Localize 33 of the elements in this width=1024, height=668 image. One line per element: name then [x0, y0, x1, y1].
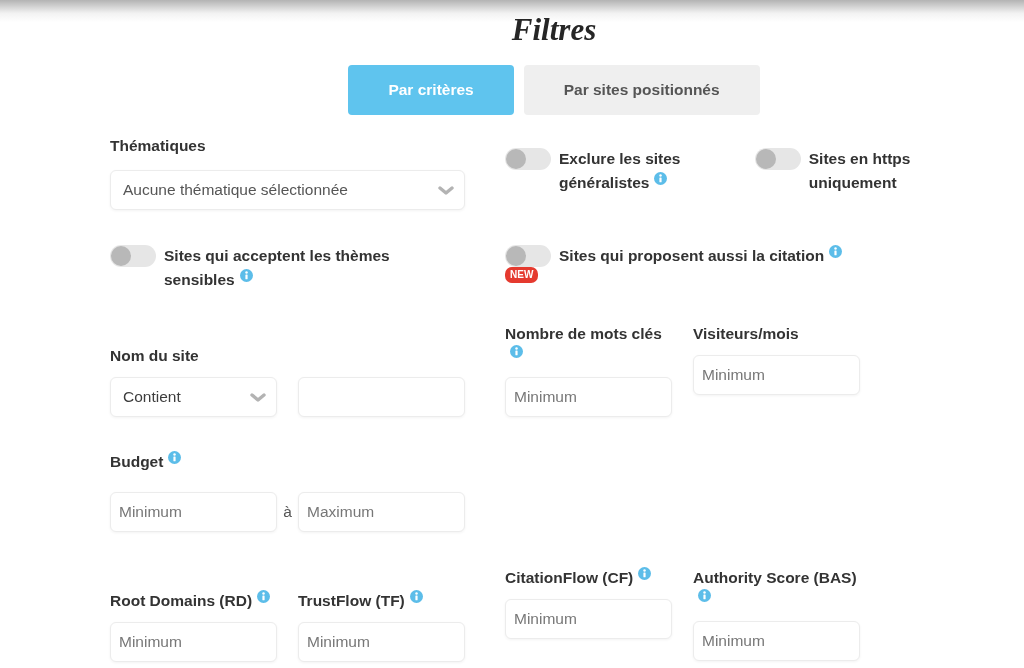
field-label: Budget: [110, 453, 164, 470]
toggle-switch[interactable]: [754, 148, 801, 170]
input-field[interactable]: Minimum: [505, 377, 672, 417]
toggle-label: Sites en https uniquement: [808, 150, 911, 191]
input-field[interactable]: Minimum: [693, 621, 860, 661]
input-field[interactable]: Minimum: [693, 355, 860, 395]
page-title: Filtres: [511, 12, 597, 48]
input-field[interactable]: Maximum: [298, 492, 465, 532]
chevron-down-icon: [250, 392, 266, 402]
new-badge: NEW: [505, 267, 539, 283]
chevron-down-icon: [438, 185, 454, 195]
toggle-switch[interactable]: [505, 148, 551, 170]
input-field[interactable]: Minimum: [298, 622, 465, 662]
tab[interactable]: Par sites positionnés: [523, 65, 760, 115]
toggle-switch[interactable]: [505, 245, 551, 267]
field-label: Root Domains (RD): [110, 592, 253, 609]
separator-text: à: [282, 503, 293, 521]
field-label: Authority Score (BAS): [693, 569, 857, 586]
input-field[interactable]: Minimum: [505, 599, 672, 639]
toggle-label: Exclure les sites généralistes: [559, 150, 681, 191]
dropdown[interactable]: Contient: [110, 377, 277, 417]
toggle-label: Sites qui proposent aussi la citation: [559, 247, 825, 264]
dropdown[interactable]: Aucune thématique sélectionnée: [110, 170, 465, 210]
field-label: Thématiques: [110, 137, 206, 154]
toggle-label: Sites qui acceptent les thèmes sensibles: [164, 247, 390, 288]
toggle-switch[interactable]: [110, 245, 156, 267]
field-label: Nombre de mots clés: [505, 325, 662, 342]
field-label: TrustFlow (TF): [298, 592, 405, 609]
field-label: CitationFlow (CF): [505, 569, 634, 586]
input-field[interactable]: Minimum: [110, 492, 277, 532]
field-label: Nom du site: [110, 347, 199, 364]
input-field[interactable]: Minimum: [110, 622, 277, 662]
field-label: Visiteurs/mois: [693, 325, 799, 342]
